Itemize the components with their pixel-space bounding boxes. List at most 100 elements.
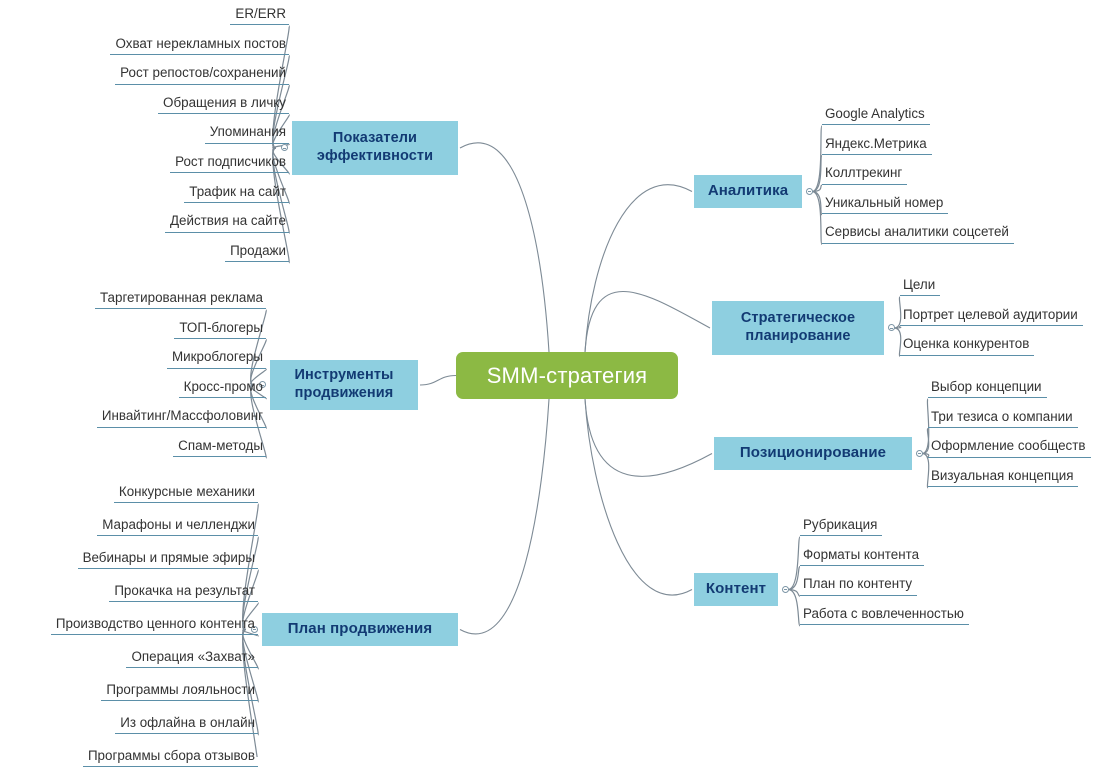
leaf-label[interactable]: Цели <box>903 277 935 292</box>
collapse-handle-analitika[interactable] <box>806 187 813 195</box>
leaf-label[interactable]: Упоминания <box>210 124 286 139</box>
leaf-label[interactable]: Портрет целевой аудитории <box>903 307 1078 322</box>
branch-node-label[interactable]: Позиционирование <box>740 444 886 462</box>
leaf-pokazateli-2[interactable]: Рост репостов/сохранений <box>115 65 289 85</box>
branch-node-label[interactable]: Показатели эффективности <box>317 130 433 165</box>
leaf-plan-1[interactable]: Марафоны и челленджи <box>97 517 258 537</box>
leaf-label[interactable]: Действия на сайте <box>170 213 286 228</box>
leaf-instrumenty-5[interactable]: Спам-методы <box>173 438 266 458</box>
leaf-kontent-3[interactable]: Работа с вовлеченностью <box>800 606 969 626</box>
leaf-label[interactable]: Рост подписчиков <box>175 154 286 169</box>
leaf-label[interactable]: Охват нерекламных постов <box>115 36 286 51</box>
leaf-label[interactable]: Прокачка на результат <box>114 583 255 598</box>
leaf-strategicheskoe-2[interactable]: Оценка конкурентов <box>900 336 1034 356</box>
leaf-label[interactable]: Выбор концепции <box>931 379 1042 394</box>
branch-node-label[interactable]: Стратегическое планирование <box>741 310 855 345</box>
leaf-analitika-0[interactable]: Google Analytics <box>822 106 930 126</box>
leaf-label[interactable]: Спам-методы <box>178 438 263 453</box>
leaf-plan-4[interactable]: Производство ценного контента <box>51 616 258 636</box>
branch-node-label[interactable]: Аналитика <box>708 182 788 200</box>
center-node[interactable]: SMM-стратегия <box>456 352 678 399</box>
leaf-pokazateli-8[interactable]: Продажи <box>225 243 289 263</box>
leaf-label[interactable]: Трафик на сайт <box>189 184 286 199</box>
leaf-label[interactable]: Визуальная концепция <box>931 468 1073 483</box>
leaf-label[interactable]: Коллтрекинг <box>825 165 902 180</box>
leaf-label[interactable]: Программы сбора отзывов <box>88 748 255 763</box>
leaf-plan-6[interactable]: Программы лояльности <box>101 682 258 702</box>
leaf-plan-3[interactable]: Прокачка на результат <box>109 583 258 603</box>
branch-node-label[interactable]: Контент <box>706 580 766 598</box>
leaf-label[interactable]: Таргетированная реклама <box>100 290 263 305</box>
leaf-analitika-2[interactable]: Коллтрекинг <box>822 165 907 185</box>
leaf-strategicheskoe-1[interactable]: Портрет целевой аудитории <box>900 307 1083 326</box>
leaf-plan-7[interactable]: Из офлайна в онлайн <box>115 715 258 735</box>
leaf-analitika-4[interactable]: Сервисы аналитики соцсетей <box>822 224 1014 244</box>
leaf-label[interactable]: Оценка конкурентов <box>903 336 1029 351</box>
leaf-pokazateli-0[interactable]: ER/ERR <box>230 6 289 26</box>
leaf-kontent-2[interactable]: План по контенту <box>800 576 917 596</box>
leaf-pozicionirovanie-1[interactable]: Три тезиса о компании <box>928 409 1078 428</box>
leaf-label[interactable]: Яндекс.Метрика <box>825 136 927 151</box>
collapse-handle-pozicionirovanie[interactable] <box>916 449 923 457</box>
leaf-kontent-1[interactable]: Форматы контента <box>800 547 924 566</box>
leaf-pokazateli-3[interactable]: Обращения в личку <box>158 95 289 115</box>
leaf-plan-0[interactable]: Конкурсные механики <box>114 484 258 504</box>
leaf-label[interactable]: Продажи <box>230 243 286 258</box>
leaf-label[interactable]: План по контенту <box>803 576 912 591</box>
leaf-pozicionirovanie-0[interactable]: Выбор концепции <box>928 379 1047 399</box>
leaf-pozicionirovanie-3[interactable]: Визуальная концепция <box>928 468 1078 488</box>
leaf-analitika-3[interactable]: Уникальный номер <box>822 195 948 215</box>
leaf-instrumenty-0[interactable]: Таргетированная реклама <box>95 290 266 310</box>
leaf-plan-5[interactable]: Операция «Захват» <box>126 649 258 669</box>
branch-node-label[interactable]: Инструменты продвижения <box>294 367 393 402</box>
leaf-label[interactable]: Микроблогеры <box>172 349 263 364</box>
leaf-label[interactable]: Рубрикация <box>803 517 877 532</box>
leaf-instrumenty-1[interactable]: ТОП-блогеры <box>174 320 266 339</box>
leaf-label[interactable]: Уникальный номер <box>825 195 943 210</box>
branch-node-plan[interactable]: План продвижения <box>262 613 458 646</box>
collapse-handle-strategicheskoe[interactable] <box>888 324 895 331</box>
leaf-pokazateli-7[interactable]: Действия на сайте <box>165 213 289 233</box>
leaf-label[interactable]: ER/ERR <box>235 6 286 21</box>
leaf-strategicheskoe-0[interactable]: Цели <box>900 277 940 297</box>
leaf-label[interactable]: Программы лояльности <box>106 682 255 697</box>
branch-node-kontent[interactable]: Контент <box>694 573 778 606</box>
leaf-instrumenty-3[interactable]: Кросс-промо <box>179 379 266 399</box>
center-node-label[interactable]: SMM-стратегия <box>487 363 648 389</box>
collapse-handle-pokazateli[interactable] <box>281 144 288 151</box>
leaf-label[interactable]: Работа с вовлеченностью <box>803 606 964 621</box>
leaf-instrumenty-4[interactable]: Инвайтинг/Массфоловинг <box>97 408 266 428</box>
branch-node-label[interactable]: План продвижения <box>288 620 432 638</box>
branch-node-pokazateli[interactable]: Показатели эффективности <box>292 121 458 175</box>
leaf-label[interactable]: ТОП-блогеры <box>179 320 263 335</box>
leaf-kontent-0[interactable]: Рубрикация <box>800 517 882 537</box>
leaf-label[interactable]: Сервисы аналитики соцсетей <box>825 224 1009 239</box>
collapse-handle-kontent[interactable] <box>782 585 789 593</box>
leaf-label[interactable]: Оформление сообществ <box>931 438 1086 453</box>
leaf-pozicionirovanie-2[interactable]: Оформление сообществ <box>928 438 1091 458</box>
leaf-label[interactable]: Операция «Захват» <box>131 649 255 664</box>
leaf-pokazateli-4[interactable]: Упоминания <box>205 124 289 144</box>
leaf-instrumenty-2[interactable]: Микроблогеры <box>167 349 266 369</box>
leaf-plan-8[interactable]: Программы сбора отзывов <box>83 748 258 767</box>
leaf-label[interactable]: Конкурсные механики <box>119 484 255 499</box>
leaf-plan-2[interactable]: Вебинары и прямые эфиры <box>78 550 258 570</box>
leaf-label[interactable]: Три тезиса о компании <box>931 409 1073 424</box>
leaf-label[interactable]: Google Analytics <box>825 106 925 121</box>
leaf-pokazateli-5[interactable]: Рост подписчиков <box>170 154 289 174</box>
leaf-pokazateli-1[interactable]: Охват нерекламных постов <box>110 36 289 55</box>
leaf-label[interactable]: Марафоны и челленджи <box>102 517 255 532</box>
leaf-label[interactable]: Форматы контента <box>803 547 919 562</box>
branch-node-instrumenty[interactable]: Инструменты продвижения <box>270 360 418 410</box>
leaf-label[interactable]: Инвайтинг/Массфоловинг <box>102 408 263 423</box>
leaf-label[interactable]: Кросс-промо <box>184 379 263 394</box>
branch-node-pozicionirovanie[interactable]: Позиционирование <box>714 437 912 470</box>
leaf-label[interactable]: Производство ценного контента <box>56 616 255 631</box>
leaf-label[interactable]: Обращения в личку <box>163 95 286 110</box>
leaf-analitika-1[interactable]: Яндекс.Метрика <box>822 136 932 155</box>
branch-node-analitika[interactable]: Аналитика <box>694 175 802 208</box>
leaf-label[interactable]: Рост репостов/сохранений <box>120 65 286 80</box>
leaf-pokazateli-6[interactable]: Трафик на сайт <box>184 184 289 203</box>
branch-node-strategicheskoe[interactable]: Стратегическое планирование <box>712 301 884 355</box>
leaf-label[interactable]: Вебинары и прямые эфиры <box>83 550 255 565</box>
